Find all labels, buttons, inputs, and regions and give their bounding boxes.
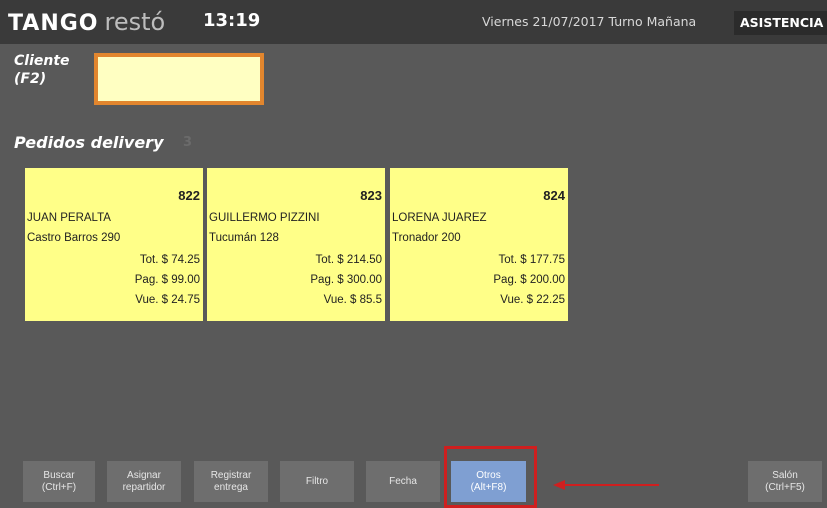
pedidos-delivery-title: Pedidos delivery <box>14 133 164 152</box>
order-change: Vue. $ 85.5 <box>323 294 382 306</box>
logo-resto-text: restó <box>104 8 166 36</box>
order-paid: Pag. $ 200.00 <box>493 274 565 286</box>
order-card[interactable]: 823 GUILLERMO PIZZINI Tucumán 128 Tot. $… <box>207 168 385 321</box>
buscar-button[interactable]: Buscar (Ctrl+F) <box>23 461 95 502</box>
otros-button[interactable]: Otros (Alt+F8) <box>451 461 526 502</box>
order-address: Castro Barros 290 <box>27 232 121 244</box>
cliente-input[interactable] <box>94 53 264 105</box>
top-bar: TANGO restó 13:19 Viernes 21/07/2017 Tur… <box>0 0 827 44</box>
order-paid: Pag. $ 300.00 <box>310 274 382 286</box>
date-shift-info: Viernes 21/07/2017 Turno Mañana <box>482 14 697 29</box>
order-number: 824 <box>543 188 565 203</box>
order-address: Tucumán 128 <box>209 232 279 244</box>
salon-button[interactable]: Salón (Ctrl+F5) <box>748 461 822 502</box>
order-total: Tot. $ 214.50 <box>315 254 383 266</box>
order-card[interactable]: 822 JUAN PERALTA Castro Barros 290 Tot. … <box>25 168 203 321</box>
clock: 13:19 <box>203 10 261 31</box>
arrow-left-icon <box>553 480 659 490</box>
order-change: Vue. $ 24.75 <box>135 294 200 306</box>
order-total: Tot. $ 177.75 <box>498 254 566 266</box>
filtro-button[interactable]: Filtro <box>280 461 354 502</box>
order-number: 822 <box>178 188 200 203</box>
fecha-button[interactable]: Fecha <box>366 461 440 502</box>
order-total: Tot. $ 74.25 <box>139 254 200 266</box>
pedidos-count: 3 <box>183 135 193 150</box>
order-paid: Pag. $ 99.00 <box>134 274 200 286</box>
order-change: Vue. $ 22.25 <box>500 294 565 306</box>
order-number: 823 <box>360 188 382 203</box>
cliente-label: Cliente (F2) <box>14 53 70 87</box>
asistencia-button[interactable]: ASISTENCIA <box>734 11 827 35</box>
order-card[interactable]: 824 LORENA JUAREZ Tronador 200 Tot. $ 17… <box>390 168 568 321</box>
order-customer-name: JUAN PERALTA <box>27 212 111 224</box>
app-logo: TANGO restó <box>8 8 165 38</box>
registrar-entrega-button[interactable]: Registrar entrega <box>194 461 268 502</box>
order-customer-name: LORENA JUAREZ <box>392 212 487 224</box>
logo-tango-text: TANGO <box>8 11 99 36</box>
order-customer-name: GUILLERMO PIZZINI <box>209 212 320 224</box>
asignar-repartidor-button[interactable]: Asignar repartidor <box>107 461 181 502</box>
order-address: Tronador 200 <box>392 232 461 244</box>
